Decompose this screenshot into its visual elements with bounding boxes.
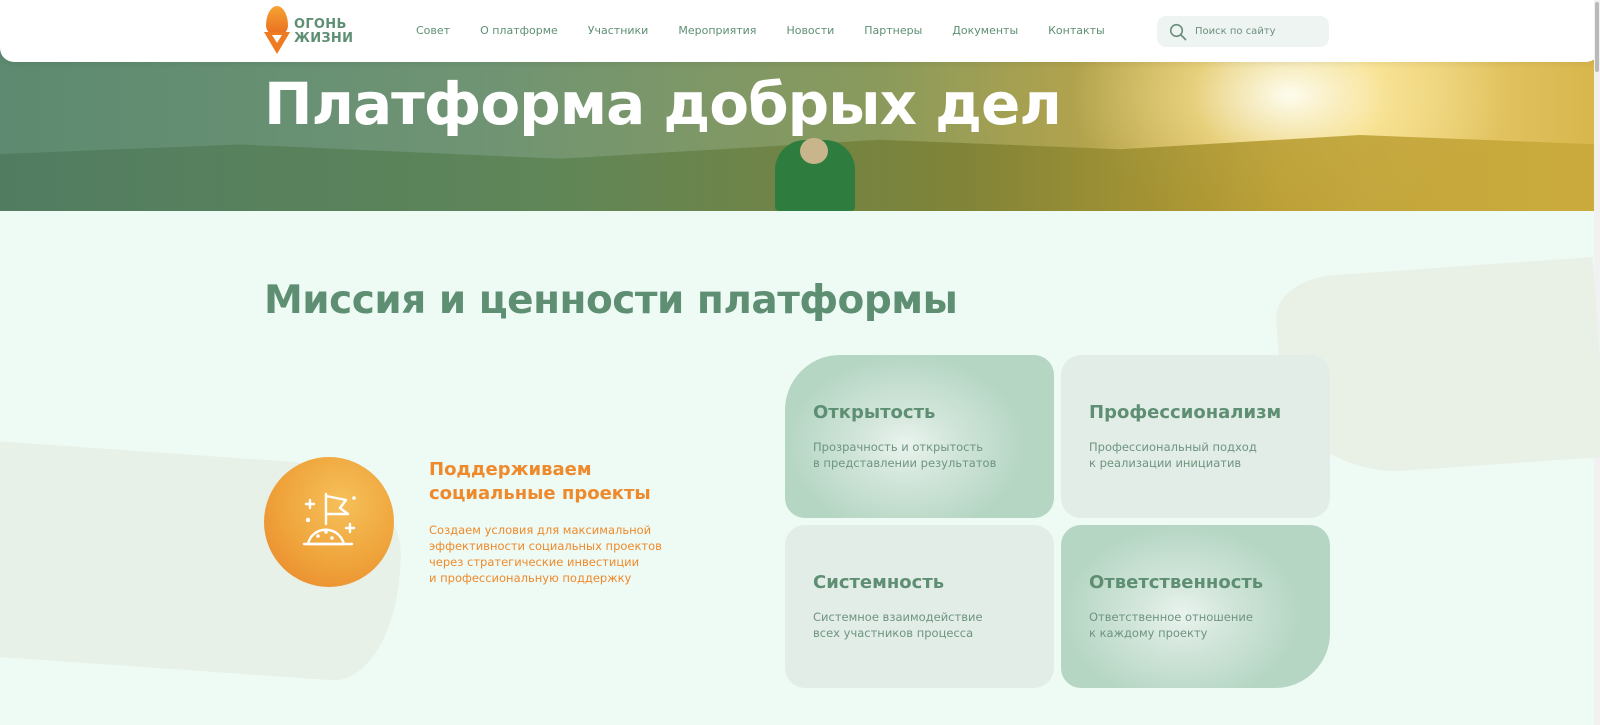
value-card-responsibility: Ответственность Ответственное отношение … bbox=[1061, 525, 1330, 688]
value-card-text: Прозрачность и открытость в представлени… bbox=[813, 439, 1043, 471]
logo-line-2: ЖИЗНИ bbox=[294, 31, 354, 46]
value-card-title: Системность bbox=[813, 572, 945, 593]
nav-item-events[interactable]: Мероприятия bbox=[678, 24, 756, 40]
feature-description: Создаем условия для максимальной эффекти… bbox=[429, 522, 689, 586]
feature-text-line: Создаем условия для максимальной bbox=[429, 523, 652, 537]
value-card-title: Профессионализм bbox=[1089, 402, 1282, 423]
nav-item-about[interactable]: О платформе bbox=[480, 24, 558, 40]
value-card-title: Открытость bbox=[813, 402, 936, 423]
value-card-text-line: всех участников процесса bbox=[813, 626, 974, 640]
value-card-text-line: Ответственное отношение bbox=[1089, 610, 1253, 624]
nav-item-contacts[interactable]: Контакты bbox=[1048, 24, 1105, 40]
value-card-text-line: Прозрачность и открытость bbox=[813, 440, 983, 454]
value-card-text: Системное взаимодействие всех участников… bbox=[813, 609, 1043, 641]
feature-title-line: социальные проекты bbox=[429, 483, 651, 504]
nav-item-partners[interactable]: Партнеры bbox=[864, 24, 922, 40]
flag-on-hill-icon bbox=[302, 492, 356, 546]
value-card-title: Ответственность bbox=[1089, 572, 1264, 593]
search-box[interactable] bbox=[1157, 16, 1329, 47]
mission-section-title: Миссия и ценности платформы bbox=[264, 278, 958, 323]
value-card-text-line: Профессиональный подход bbox=[1089, 440, 1257, 454]
feature-text-line: через стратегические инвестиции bbox=[429, 555, 640, 569]
nav-item-news[interactable]: Новости bbox=[786, 24, 834, 40]
feature-title-line: Поддерживаем bbox=[429, 459, 592, 480]
value-card-text-line: к каждому проекту bbox=[1089, 626, 1208, 640]
logo-text: ОГОНЬ ЖИЗНИ bbox=[294, 18, 364, 46]
logo[interactable]: ОГОНЬ ЖИЗНИ bbox=[264, 6, 364, 56]
site-header: ОГОНЬ ЖИЗНИ Совет О платформе Участники … bbox=[0, 0, 1600, 62]
value-card-text: Ответственное отношение к каждому проект… bbox=[1089, 609, 1319, 641]
value-card-text-line: в представлении результатов bbox=[813, 456, 997, 470]
scrollbar-thumb[interactable] bbox=[1595, 2, 1599, 72]
value-card-text-line: к реализации инициатив bbox=[1089, 456, 1242, 470]
feature-text-line: эффективности социальных проектов bbox=[429, 539, 662, 553]
feature-title: Поддерживаем социальные проекты bbox=[429, 458, 689, 506]
value-card-text-line: Системное взаимодействие bbox=[813, 610, 983, 624]
value-card-systematic: Системность Системное взаимодействие все… bbox=[785, 525, 1054, 688]
main-nav: Совет О платформе Участники Мероприятия … bbox=[416, 24, 1135, 40]
value-card-openness: Открытость Прозрачность и открытость в п… bbox=[785, 355, 1054, 518]
value-card-text: Профессиональный подход к реализации ини… bbox=[1089, 439, 1319, 471]
search-icon[interactable] bbox=[1169, 23, 1187, 41]
nav-item-council[interactable]: Совет bbox=[416, 24, 450, 40]
feature-text-line: и профессиональную поддержку bbox=[429, 571, 632, 585]
hero-title: Платформа добрых дел bbox=[264, 70, 1062, 138]
nav-item-participants[interactable]: Участники bbox=[588, 24, 649, 40]
value-card-professionalism: Профессионализм Профессиональный подход … bbox=[1061, 355, 1330, 518]
search-input[interactable] bbox=[1195, 22, 1321, 41]
logo-line-1: ОГОНЬ bbox=[294, 17, 347, 32]
hero-person-head bbox=[800, 138, 828, 164]
nav-item-documents[interactable]: Документы bbox=[952, 24, 1018, 40]
